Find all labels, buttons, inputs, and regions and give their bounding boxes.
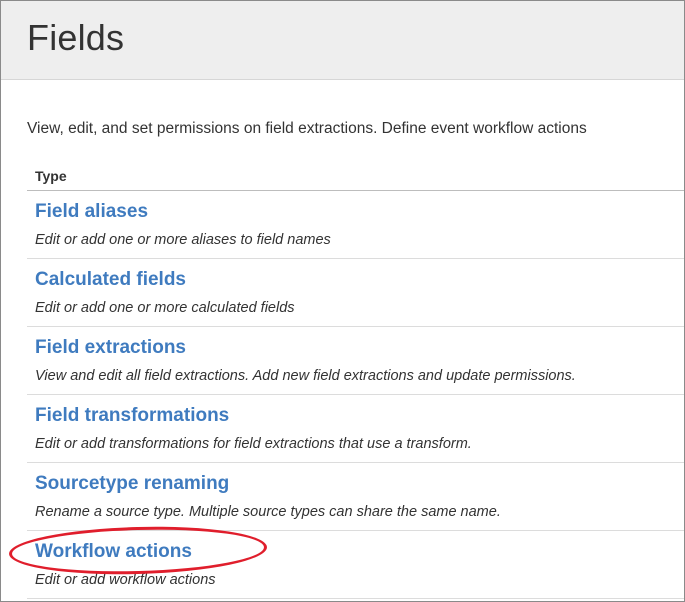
- table-row-field-transformations: Field transformations Edit or add transf…: [27, 395, 684, 463]
- table-row-sourcetype-renaming: Sourcetype renaming Rename a source type…: [27, 463, 684, 531]
- column-header-type[interactable]: Type: [35, 168, 67, 184]
- calculated-fields-link[interactable]: Calculated fields: [35, 269, 186, 291]
- table-column-header: Type: [27, 161, 684, 191]
- page-frame: Fields View, edit, and set permissions o…: [0, 0, 685, 602]
- table-row-field-aliases: Field aliases Edit or add one or more al…: [27, 191, 684, 259]
- field-transformations-description: Edit or add transformations for field ex…: [35, 436, 472, 452]
- table-row-workflow-actions: Workflow actions Edit or add workflow ac…: [27, 531, 684, 599]
- page-title: Fields: [27, 17, 125, 58]
- sourcetype-renaming-description: Rename a source type. Multiple source ty…: [35, 504, 501, 520]
- field-extractions-description: View and edit all field extractions. Add…: [35, 368, 576, 384]
- field-aliases-description: Edit or add one or more aliases to field…: [35, 232, 331, 248]
- field-aliases-link[interactable]: Field aliases: [35, 201, 148, 223]
- field-extractions-link[interactable]: Field extractions: [35, 337, 186, 359]
- calculated-fields-description: Edit or add one or more calculated field…: [35, 300, 295, 316]
- table-row-calculated-fields: Calculated fields Edit or add one or mor…: [27, 259, 684, 327]
- table-row-field-extractions: Field extractions View and edit all fiel…: [27, 327, 684, 395]
- sourcetype-renaming-link[interactable]: Sourcetype renaming: [35, 473, 229, 495]
- fields-type-table: Type Field aliases Edit or add one or mo…: [27, 161, 684, 599]
- workflow-actions-link[interactable]: Workflow actions: [35, 541, 192, 563]
- workflow-actions-description: Edit or add workflow actions: [35, 572, 216, 588]
- field-transformations-link[interactable]: Field transformations: [35, 405, 229, 427]
- page-description: View, edit, and set permissions on field…: [27, 120, 587, 137]
- page-header: Fields: [1, 1, 684, 80]
